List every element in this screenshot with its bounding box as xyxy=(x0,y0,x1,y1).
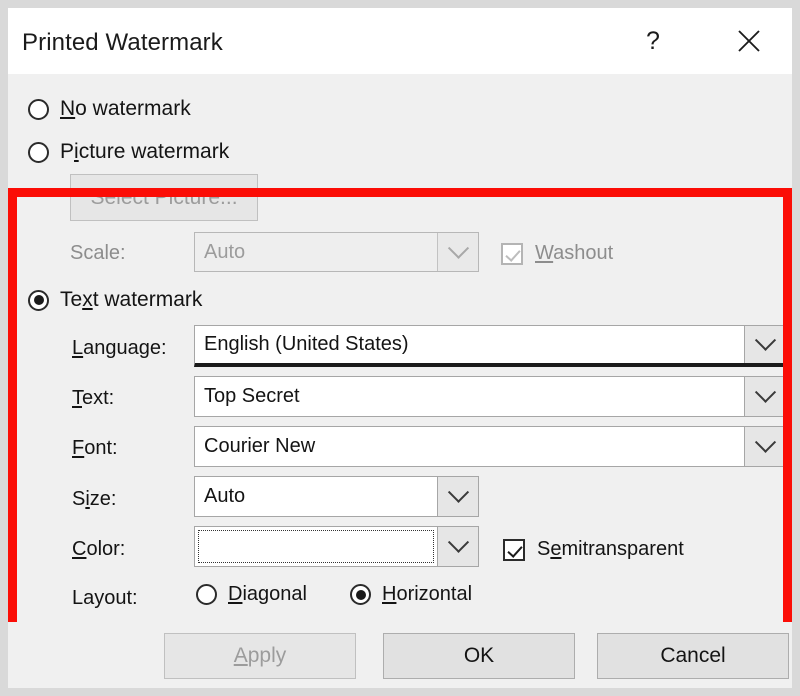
text-value: Top Secret xyxy=(204,385,300,407)
radio-no-watermark-label: No watermark xyxy=(60,97,191,121)
color-label-text: olor: xyxy=(86,538,126,560)
picture-pre: P xyxy=(60,140,75,163)
color-swatch-wrap xyxy=(195,527,437,566)
help-icon[interactable]: ? xyxy=(626,8,680,74)
scale-combobox[interactable]: Auto xyxy=(194,232,479,272)
radio-layout-horizontal[interactable]: Horizontal xyxy=(350,583,472,606)
color-combobox[interactable] xyxy=(194,526,479,567)
size-combobox[interactable]: Auto xyxy=(194,476,479,517)
language-combobox[interactable]: English (United States) xyxy=(194,325,786,367)
radio-text-watermark-indicator xyxy=(28,289,49,311)
radio-text-watermark[interactable]: Text watermark xyxy=(28,288,202,312)
accel-x: x xyxy=(82,288,93,311)
checkbox-washout-indicator xyxy=(501,242,523,265)
font-value: Courier New xyxy=(204,435,316,457)
accel-t: T xyxy=(72,387,82,409)
radio-layout-diagonal-indicator xyxy=(196,584,217,605)
chevron-down-icon[interactable] xyxy=(744,427,785,466)
size-label: Size: xyxy=(72,488,116,511)
picture-post: cture watermark xyxy=(78,140,230,163)
language-label: Language: xyxy=(72,337,167,360)
help-glyph: ? xyxy=(646,26,660,55)
horizontal-text: orizontal xyxy=(396,583,473,605)
accel-e: e xyxy=(550,538,562,560)
radio-picture-watermark-label: Picture watermark xyxy=(60,140,229,164)
font-combobox[interactable]: Courier New xyxy=(194,426,786,467)
chevron-down-icon[interactable] xyxy=(437,527,478,566)
washout-text: ashout xyxy=(553,242,614,264)
dialog-body: No watermark Picture watermark Select Pi… xyxy=(8,74,792,676)
dialog-titlebar: Printed Watermark ? xyxy=(8,8,792,74)
radio-text-watermark-label: Text watermark xyxy=(60,288,202,312)
chevron-down-icon[interactable] xyxy=(744,326,785,363)
checkbox-washout[interactable]: Washout xyxy=(501,242,613,265)
diagonal-text: iagonal xyxy=(242,583,307,605)
dialog-footer: Apply OK Cancel xyxy=(8,622,792,688)
language-label-text: anguage: xyxy=(83,337,167,359)
accel-l: L xyxy=(72,337,84,359)
size-post: ze: xyxy=(89,488,117,510)
accel-c: C xyxy=(72,538,87,560)
checkbox-semitransparent[interactable]: Semitransparent xyxy=(503,538,684,561)
language-value: English (United States) xyxy=(204,333,409,355)
scale-value: Auto xyxy=(204,240,246,263)
chevron-down-icon[interactable] xyxy=(437,233,478,271)
text-wm-pre: Te xyxy=(60,288,83,311)
font-label: Font: xyxy=(72,437,118,460)
text-label-text: ext: xyxy=(82,387,115,409)
text-combobox[interactable]: Top Secret xyxy=(194,376,786,417)
color-label: Color: xyxy=(72,538,125,561)
close-icon[interactable] xyxy=(722,8,776,74)
radio-layout-horizontal-indicator xyxy=(350,584,371,605)
layout-label: Layout: xyxy=(72,587,138,609)
accel-n: N xyxy=(60,97,76,120)
select-picture-button[interactable]: Select Picture... xyxy=(70,174,258,221)
size-pre: S xyxy=(72,488,86,510)
semi-post: mitransparent xyxy=(561,538,684,560)
printed-watermark-dialog: Printed Watermark ? No watermark Picture… xyxy=(8,8,792,688)
close-x-icon xyxy=(738,30,760,52)
size-value: Auto xyxy=(204,485,246,507)
radio-layout-diagonal[interactable]: Diagonal xyxy=(196,583,307,606)
accel-a: A xyxy=(233,644,248,667)
radio-picture-watermark[interactable]: Picture watermark xyxy=(28,140,229,164)
dialog-title: Printed Watermark xyxy=(22,29,223,56)
cancel-button[interactable]: Cancel xyxy=(597,633,789,679)
chevron-down-icon[interactable] xyxy=(437,477,478,516)
semi-pre: S xyxy=(537,538,551,560)
no-watermark-text: o watermark xyxy=(75,97,191,120)
scale-label: Scale: xyxy=(70,242,126,264)
accel-d: D xyxy=(228,583,243,605)
checkbox-semitransparent-label: Semitransparent xyxy=(537,538,684,561)
accel-f: F xyxy=(72,437,85,459)
ok-button[interactable]: OK xyxy=(383,633,575,679)
apply-button[interactable]: Apply xyxy=(164,633,356,679)
accel-h: H xyxy=(382,583,397,605)
text-wm-post: t watermark xyxy=(92,288,203,311)
radio-layout-horizontal-label: Horizontal xyxy=(382,583,472,606)
text-label: Text: xyxy=(72,387,114,410)
radio-picture-watermark-indicator xyxy=(28,141,49,163)
font-label-text: ont: xyxy=(84,437,118,459)
radio-layout-diagonal-label: Diagonal xyxy=(228,583,307,606)
checkbox-semitransparent-indicator xyxy=(503,538,525,561)
radio-no-watermark[interactable]: No watermark xyxy=(28,97,191,121)
apply-text: pply xyxy=(247,644,287,667)
accel-w: W xyxy=(535,242,554,264)
radio-no-watermark-indicator xyxy=(28,98,49,120)
chevron-down-icon[interactable] xyxy=(744,377,785,416)
checkbox-washout-label: Washout xyxy=(535,242,613,265)
